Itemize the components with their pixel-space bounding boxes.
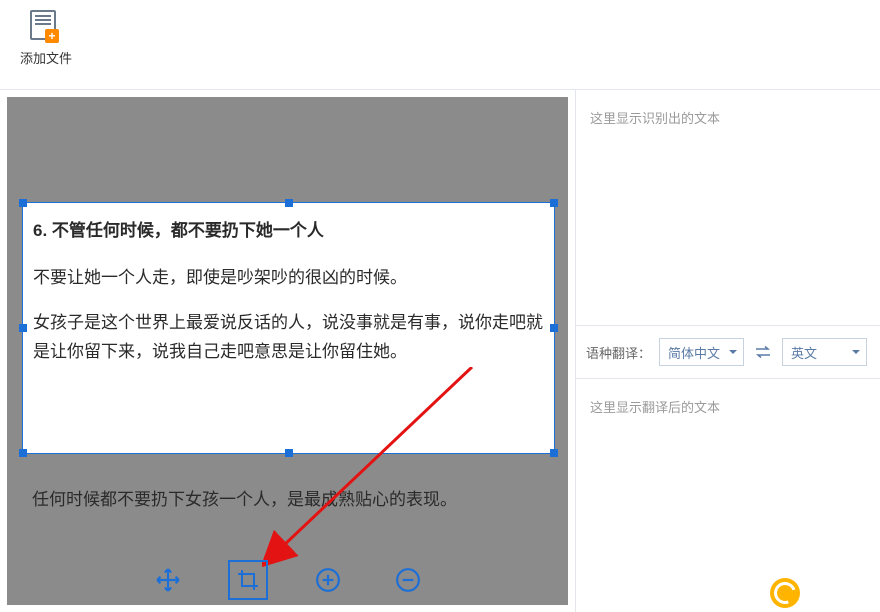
lang-from-select[interactable]: 简体中文 (659, 338, 744, 366)
crop-tool-button[interactable] (228, 560, 268, 600)
ocr-placeholder: 这里显示识别出的文本 (590, 111, 720, 126)
handle-top-right[interactable] (550, 199, 558, 207)
below-selection-text: 任何时候都不要扔下女孩一个人，是最成熟贴心的表现。 (22, 475, 555, 520)
add-file-icon: + (30, 10, 62, 42)
translate-placeholder: 这里显示翻译后的文本 (590, 400, 720, 415)
preview-tools (7, 555, 568, 605)
add-file-button[interactable]: + 添加文件 (20, 10, 72, 67)
selection-box[interactable]: 6. 不管任何时候，都不要扔下她一个人 不要让她一个人走，即使是吵架吵的很凶的时… (22, 202, 555, 454)
swap-lang-button[interactable] (752, 341, 774, 363)
left-panel: 6. 不管任何时候，都不要扔下她一个人 不要让她一个人走，即使是吵架吵的很凶的时… (0, 90, 575, 612)
zoom-out-icon (395, 567, 421, 593)
selection-heading: 6. 不管任何时候，都不要扔下她一个人 (33, 217, 544, 246)
handle-top-mid[interactable] (285, 199, 293, 207)
watermark-icon (770, 578, 800, 608)
image-preview[interactable]: 6. 不管任何时候，都不要扔下她一个人 不要让她一个人走，即使是吵架吵的很凶的时… (7, 97, 568, 605)
move-tool-button[interactable] (148, 560, 188, 600)
ocr-result-panel: 这里显示识别出的文本 (576, 90, 880, 325)
watermark: 创新互联 (770, 578, 874, 608)
handle-mid-right[interactable] (550, 324, 558, 332)
zoom-in-button[interactable] (308, 560, 348, 600)
swap-icon (755, 346, 771, 358)
handle-mid-left[interactable] (19, 324, 27, 332)
zoom-out-button[interactable] (388, 560, 428, 600)
handle-top-left[interactable] (19, 199, 27, 207)
lang-to-select[interactable]: 英文 (782, 338, 867, 366)
handle-bot-mid[interactable] (285, 449, 293, 457)
top-toolbar: + 添加文件 (0, 0, 880, 90)
zoom-in-icon (315, 567, 341, 593)
handle-bot-right[interactable] (550, 449, 558, 457)
selection-content: 6. 不管任何时候，都不要扔下她一个人 不要让她一个人走，即使是吵架吵的很凶的时… (23, 203, 554, 397)
selection-p2: 女孩子是这个世界上最爱说反话的人，说没事就是有事，说你走吧就是让你留下来，说我自… (33, 309, 544, 367)
selection-p1: 不要让她一个人走，即使是吵架吵的很凶的时候。 (33, 264, 544, 293)
translate-bar: 语种翻译： 简体中文 英文 (576, 325, 880, 379)
add-file-label: 添加文件 (20, 48, 72, 67)
watermark-text: 创新互联 (806, 581, 874, 606)
handle-bot-left[interactable] (19, 449, 27, 457)
right-panel: 这里显示识别出的文本 语种翻译： 简体中文 英文 这里显示翻译后的文本 (575, 90, 880, 612)
main-area: 6. 不管任何时候，都不要扔下她一个人 不要让她一个人走，即使是吵架吵的很凶的时… (0, 90, 880, 612)
move-icon (155, 567, 181, 593)
crop-icon (236, 568, 260, 592)
translate-label: 语种翻译： (586, 343, 651, 362)
